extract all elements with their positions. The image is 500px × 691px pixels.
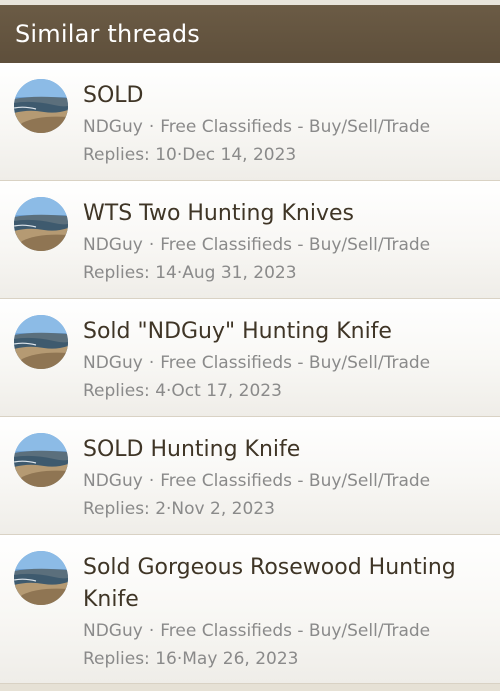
author-link[interactable]: NDGuy	[83, 621, 143, 641]
thread-title-link[interactable]: Sold "NDGuy" Hunting Knife	[83, 316, 486, 348]
avatar[interactable]	[14, 551, 68, 605]
thread-title-link[interactable]: WTS Two Hunting Knives	[83, 198, 486, 230]
forum-link[interactable]: Free Classifieds - Buy/Sell/Trade	[160, 471, 430, 491]
thread-stats: Replies: 2·Nov 2, 2023	[83, 496, 486, 522]
replies-count: Replies: 10	[83, 145, 177, 165]
avatar[interactable]	[14, 79, 68, 133]
author-link[interactable]: NDGuy	[83, 235, 143, 255]
thread-item[interactable]: SOLD Hunting Knife NDGuy · Free Classified…	[0, 417, 500, 535]
thread-title-link[interactable]: SOLD Hunting Knife	[83, 434, 486, 466]
thread-date: Aug 31, 2023	[182, 263, 297, 283]
thread-stats: Replies: 10·Dec 14, 2023	[83, 142, 486, 168]
thread-meta: NDGuy · Free Classifieds - Buy/Sell/Trade	[83, 618, 486, 644]
similar-threads-panel: Similar threads SOLD NDGuy · Free Classif	[0, 0, 500, 691]
thread-stats: Replies: 16·May 26, 2023	[83, 646, 486, 672]
meta-separator: ·	[148, 235, 155, 255]
meta-separator: ·	[148, 117, 155, 137]
avatar[interactable]	[14, 433, 68, 487]
thread-list: SOLD NDGuy · Free Classifieds - Buy/Sell/T…	[0, 63, 500, 684]
bottom-divider	[0, 684, 500, 691]
forum-link[interactable]: Free Classifieds - Buy/Sell/Trade	[160, 235, 430, 255]
forum-link[interactable]: Free Classifieds - Buy/Sell/Trade	[160, 621, 430, 641]
thread-date: Nov 2, 2023	[171, 499, 275, 519]
landscape-avatar-icon	[14, 315, 68, 369]
replies-count: Replies: 2	[83, 499, 167, 519]
avatar[interactable]	[14, 315, 68, 369]
thread-item[interactable]: Sold "NDGuy" Hunting Knife NDGuy · Free Cl…	[0, 299, 500, 417]
thread-stats: Replies: 4·Oct 17, 2023	[83, 378, 486, 404]
meta-separator: ·	[148, 353, 155, 373]
meta-separator: ·	[148, 621, 155, 641]
landscape-avatar-icon	[14, 197, 68, 251]
thread-title-link[interactable]: Sold Gorgeous Rosewood Hunting Knife	[83, 552, 486, 616]
replies-count: Replies: 4	[83, 381, 167, 401]
thread-meta: NDGuy · Free Classifieds - Buy/Sell/Trade	[83, 468, 486, 494]
landscape-avatar-icon	[14, 551, 68, 605]
thread-date: May 26, 2023	[182, 649, 299, 669]
thread-date: Oct 17, 2023	[171, 381, 282, 401]
meta-separator: ·	[148, 471, 155, 491]
thread-meta: NDGuy · Free Classifieds - Buy/Sell/Trade	[83, 232, 486, 258]
thread-item[interactable]: Sold Gorgeous Rosewood Hunting Knife NDG…	[0, 535, 500, 684]
thread-title-link[interactable]: SOLD	[83, 80, 486, 112]
forum-link[interactable]: Free Classifieds - Buy/Sell/Trade	[160, 117, 430, 137]
thread-meta: NDGuy · Free Classifieds - Buy/Sell/Trade	[83, 114, 486, 140]
thread-stats: Replies: 14·Aug 31, 2023	[83, 260, 486, 286]
thread-meta: NDGuy · Free Classifieds - Buy/Sell/Trade	[83, 350, 486, 376]
author-link[interactable]: NDGuy	[83, 353, 143, 373]
thread-item[interactable]: SOLD NDGuy · Free Classifieds - Buy/Sell/T…	[0, 63, 500, 181]
landscape-avatar-icon	[14, 79, 68, 133]
author-link[interactable]: NDGuy	[83, 471, 143, 491]
landscape-avatar-icon	[14, 433, 68, 487]
section-title: Similar threads	[15, 20, 200, 48]
thread-item[interactable]: WTS Two Hunting Knives NDGuy · Free Classi…	[0, 181, 500, 299]
author-link[interactable]: NDGuy	[83, 117, 143, 137]
replies-count: Replies: 16	[83, 649, 177, 669]
forum-link[interactable]: Free Classifieds - Buy/Sell/Trade	[160, 353, 430, 373]
thread-date: Dec 14, 2023	[182, 145, 297, 165]
replies-count: Replies: 14	[83, 263, 177, 283]
section-header: Similar threads	[0, 5, 500, 63]
avatar[interactable]	[14, 197, 68, 251]
